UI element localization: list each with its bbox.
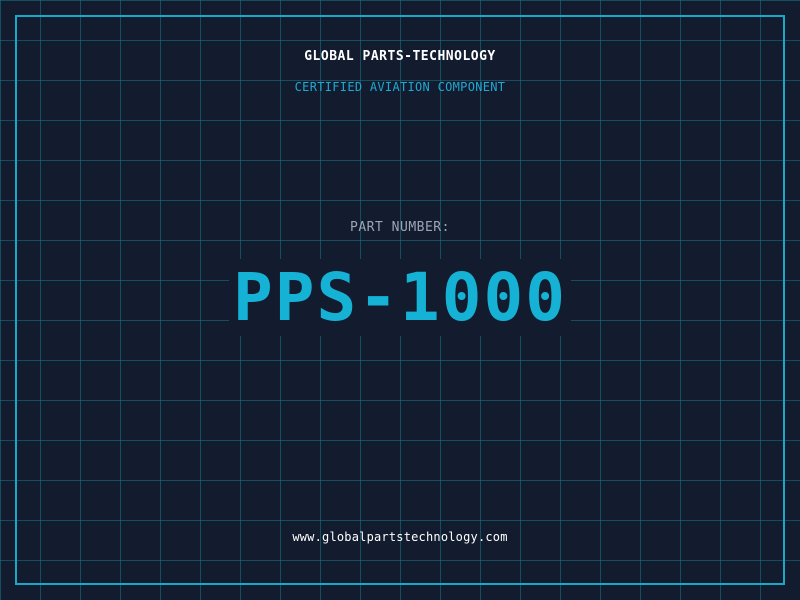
website-url: www.globalpartstechnology.com — [292, 530, 508, 544]
part-number-label: PART NUMBER: — [350, 220, 450, 235]
part-number-display: PPS-1000 — [0, 258, 800, 338]
company-name: GLOBAL PARTS-TECHNOLOGY — [304, 49, 496, 64]
part-number-value: PPS-1000 — [229, 259, 571, 336]
certification-subtitle: CERTIFIED AVIATION COMPONENT — [294, 80, 506, 94]
